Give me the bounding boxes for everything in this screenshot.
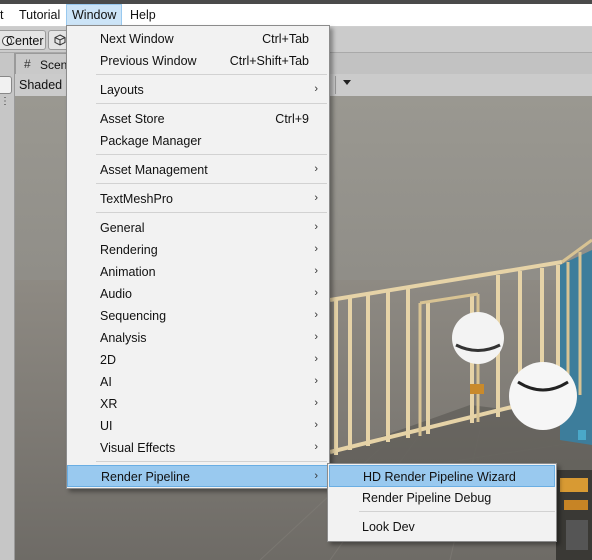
menu-item-label: Asset Store [100, 112, 165, 126]
menu-item-label: Render Pipeline Debug [362, 491, 492, 505]
menu-item-previous-window[interactable]: Previous Window Ctrl+Shift+Tab [68, 50, 328, 72]
menu-separator [96, 183, 327, 184]
menu-bar: t Tutorial Window Help [0, 4, 592, 27]
chevron-right-icon: › [314, 83, 318, 95]
menu-item-label: Rendering [100, 243, 158, 257]
menu-item-label: Analysis [100, 331, 147, 345]
menu-item-label: Sequencing [100, 309, 167, 323]
hierarchy-panel-edge [0, 53, 15, 560]
drag-handle-icon[interactable]: ⋮ [0, 96, 10, 107]
menu-separator [96, 212, 327, 213]
render-pipeline-submenu: HD Render Pipeline Wizard Render Pipelin… [327, 463, 557, 542]
menu-item-asset-management[interactable]: Asset Management › [68, 159, 328, 181]
menu-file-truncated[interactable]: t [0, 4, 3, 26]
menu-item-render-pipeline[interactable]: Render Pipeline › [67, 465, 329, 487]
menu-item-shortcut: Ctrl+9 [275, 112, 309, 126]
menu-item-shortcut: Ctrl+Shift+Tab [229, 54, 309, 68]
menu-separator [96, 103, 327, 104]
menu-item-label: Previous Window [100, 54, 197, 68]
menu-separator [96, 154, 327, 155]
menu-item-label: HD Render Pipeline Wizard [363, 470, 516, 484]
menu-help[interactable]: Help [130, 4, 156, 26]
menu-item-render-pipeline-debug[interactable]: Render Pipeline Debug [329, 487, 555, 509]
scene-grid-icon: # [24, 57, 31, 71]
menu-item-textmeshpro[interactable]: TextMeshPro › [68, 188, 328, 210]
menu-item-label: XR [100, 397, 118, 411]
chevron-right-icon: › [314, 470, 318, 482]
chevron-right-icon: › [314, 221, 318, 233]
menu-item-label: TextMeshPro [100, 192, 173, 206]
chevron-right-icon: › [314, 163, 318, 175]
window-menu: Next Window Ctrl+Tab Previous Window Ctr… [66, 25, 330, 489]
menu-item-asset-store[interactable]: Asset Store Ctrl+9 [68, 108, 328, 130]
menu-window[interactable]: Window [66, 4, 123, 26]
menu-item-package-manager[interactable]: Package Manager [68, 130, 328, 152]
menu-item-label: Look Dev [362, 520, 415, 534]
menu-separator [96, 461, 327, 462]
chevron-right-icon: › [314, 243, 318, 255]
chevron-right-icon: › [314, 331, 318, 343]
chevron-right-icon: › [314, 192, 318, 204]
menu-item-label: UI [100, 419, 113, 433]
dropdown-arrow-icon[interactable] [343, 80, 351, 85]
chevron-right-icon: › [314, 287, 318, 299]
chevron-right-icon: › [314, 419, 318, 431]
menu-item-sequencing[interactable]: Sequencing › [68, 305, 328, 327]
menu-item-2d[interactable]: 2D › [68, 349, 328, 371]
menu-item-label: Asset Management [100, 163, 208, 177]
menu-item-analysis[interactable]: Analysis › [68, 327, 328, 349]
tab-scene-label: Scen [40, 58, 68, 72]
menu-tutorial[interactable]: Tutorial [19, 4, 60, 26]
menu-item-xr[interactable]: XR › [68, 393, 328, 415]
menu-item-ai[interactable]: AI › [68, 371, 328, 393]
chevron-right-icon: › [314, 265, 318, 277]
chevron-right-icon: › [314, 375, 318, 387]
menu-item-label: AI [100, 375, 112, 389]
menu-item-ui[interactable]: UI › [68, 415, 328, 437]
menu-item-animation[interactable]: Animation › [68, 261, 328, 283]
menu-item-look-dev[interactable]: Look Dev [329, 516, 555, 538]
hierarchy-search-field[interactable] [0, 76, 12, 94]
chevron-right-icon: › [314, 309, 318, 321]
menu-item-label: Audio [100, 287, 132, 301]
menu-item-hd-render-pipeline-wizard[interactable]: HD Render Pipeline Wizard [329, 465, 555, 487]
pivot-center-button[interactable]: Center [0, 30, 46, 50]
menu-item-rendering[interactable]: Rendering › [68, 239, 328, 261]
menu-item-label: Layouts [100, 83, 144, 97]
menu-item-next-window[interactable]: Next Window Ctrl+Tab [68, 28, 328, 50]
menu-item-label: 2D [100, 353, 116, 367]
pivot-center-label: Center [6, 34, 44, 48]
menu-item-audio[interactable]: Audio › [68, 283, 328, 305]
chevron-right-icon: › [314, 441, 318, 453]
menu-item-shortcut: Ctrl+Tab [262, 32, 309, 46]
menu-item-label: Next Window [100, 32, 174, 46]
menu-separator [96, 74, 327, 75]
menu-item-label: Package Manager [100, 134, 202, 148]
toolbar-divider [335, 76, 336, 94]
menu-item-label: Visual Effects [100, 441, 176, 455]
chevron-right-icon: › [314, 397, 318, 409]
draw-mode-dropdown[interactable]: Shaded [19, 78, 62, 92]
menu-item-general[interactable]: General › [68, 217, 328, 239]
menu-item-layouts[interactable]: Layouts › [68, 79, 328, 101]
menu-item-visual-effects[interactable]: Visual Effects › [68, 437, 328, 459]
chevron-right-icon: › [314, 353, 318, 365]
menu-item-label: Render Pipeline [101, 470, 190, 484]
menu-item-label: General [100, 221, 145, 235]
cube-icon [54, 34, 66, 46]
menu-separator [359, 511, 555, 512]
menu-item-label: Animation [100, 265, 156, 279]
